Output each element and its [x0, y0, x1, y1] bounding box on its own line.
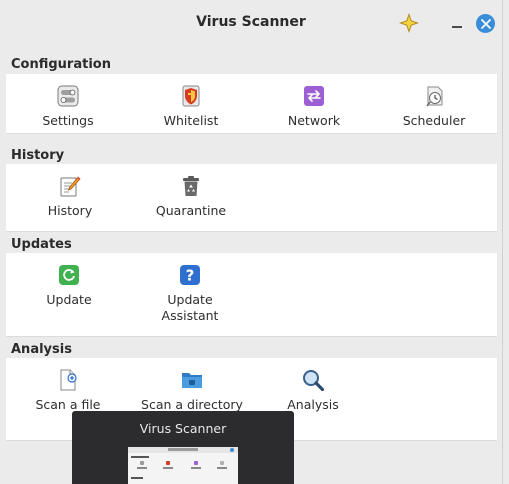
- window-title: Virus Scanner: [196, 14, 306, 30]
- scheduler-label: Scheduler: [402, 113, 466, 128]
- section-header-updates: Updates: [11, 237, 72, 252]
- help-question-icon: ?: [179, 264, 201, 286]
- whitelist-button[interactable]: Whitelist: [151, 85, 231, 130]
- scheduler-clock-icon: [423, 85, 445, 107]
- settings-toggle-icon: [57, 85, 79, 107]
- configuration-panel: Settings Whitelist Network Scheduler: [6, 74, 497, 134]
- updates-panel: Update ? Update Assistant: [6, 253, 497, 337]
- settings-label: Settings: [42, 113, 94, 128]
- history-notepad-icon: [59, 175, 81, 197]
- network-arrows-icon: [303, 85, 325, 107]
- scan-directory-button[interactable]: Scan a directory: [136, 369, 248, 414]
- section-header-configuration: Configuration: [11, 57, 111, 72]
- star-icon[interactable]: [398, 12, 420, 34]
- update-assistant-label: Update Assistant: [161, 292, 219, 323]
- preview-thumbnail: [128, 447, 238, 484]
- quarantine-label: Quarantine: [155, 203, 227, 218]
- quarantine-trash-icon: [180, 175, 202, 197]
- history-panel: History Quarantine: [6, 164, 497, 232]
- history-label: History: [47, 203, 93, 218]
- network-label: Network: [287, 113, 341, 128]
- update-refresh-icon: [58, 264, 80, 286]
- svg-text:?: ?: [186, 267, 195, 285]
- section-header-analysis: Analysis: [11, 342, 72, 357]
- analysis-button[interactable]: Analysis: [273, 369, 353, 414]
- settings-button[interactable]: Settings: [28, 85, 108, 130]
- quarantine-button[interactable]: Quarantine: [151, 175, 231, 220]
- close-icon: [480, 18, 491, 29]
- magnifier-icon: [302, 369, 325, 392]
- taskbar-window-preview[interactable]: Virus Scanner: [72, 411, 294, 484]
- preview-title: Virus Scanner: [139, 421, 227, 436]
- scheduler-button[interactable]: Scheduler: [394, 85, 474, 130]
- section-header-history: History: [11, 148, 65, 163]
- window-titlebar[interactable]: Virus Scanner: [0, 0, 503, 47]
- close-button[interactable]: [476, 14, 495, 33]
- update-button[interactable]: Update: [29, 264, 109, 309]
- update-label: Update: [46, 292, 92, 307]
- minimize-button[interactable]: [450, 16, 464, 30]
- scan-file-icon: [57, 369, 79, 391]
- history-button[interactable]: History: [30, 175, 110, 220]
- folder-icon: [181, 369, 203, 391]
- whitelist-shield-icon: [180, 85, 202, 107]
- network-button[interactable]: Network: [274, 85, 354, 130]
- update-assistant-button[interactable]: ? Update Assistant: [147, 264, 233, 326]
- scan-file-button[interactable]: Scan a file: [28, 369, 108, 414]
- whitelist-label: Whitelist: [163, 113, 219, 128]
